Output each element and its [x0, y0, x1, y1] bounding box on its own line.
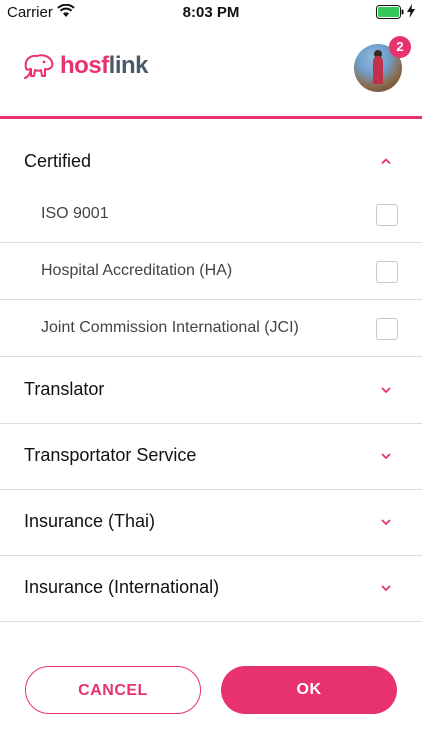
notification-badge[interactable]: 2	[389, 36, 411, 58]
option-hospital-accreditation: Hospital Accreditation (HA)	[41, 262, 233, 279]
divider	[0, 621, 422, 622]
section-insurance-international[interactable]: Insurance (International)	[0, 556, 422, 621]
logo-text-link: link	[108, 52, 149, 79]
section-certified[interactable]: Certified	[0, 140, 422, 182]
section-transportator-service[interactable]: Transportator Service	[0, 424, 422, 489]
option-iso-9001: ISO 9001	[41, 205, 109, 222]
section-translator[interactable]: Translator	[0, 357, 422, 423]
battery-icon	[376, 5, 404, 19]
app-header: hosflink 2	[0, 24, 422, 116]
charging-icon	[407, 4, 415, 18]
header-accent-line	[0, 116, 422, 119]
section-title: Transportator Service	[24, 445, 197, 465]
checkbox-iso-9001[interactable]	[376, 204, 398, 226]
chevron-down-icon[interactable]	[380, 584, 392, 592]
section-title: Insurance (International)	[24, 577, 220, 597]
ok-button[interactable]: OK	[221, 666, 397, 714]
logo-text-hos: hos	[60, 52, 102, 79]
cancel-button[interactable]: CANCEL	[25, 666, 201, 714]
avatar-person-body	[373, 56, 383, 84]
checkbox-jci[interactable]	[376, 318, 398, 340]
divider	[0, 242, 422, 243]
hosflink-logo: hosflink	[22, 52, 149, 80]
section-title: Insurance (Thai)	[24, 511, 156, 531]
checkbox-hospital-accreditation[interactable]	[376, 261, 398, 283]
status-time: 8:03 PM	[182, 4, 240, 21]
chevron-down-icon[interactable]	[380, 452, 392, 460]
elephant-logo-icon	[24, 54, 54, 79]
chevron-up-icon[interactable]	[380, 157, 392, 165]
section-title: Translator	[24, 379, 105, 399]
logo-text-f-mark: f	[101, 52, 109, 79]
status-bar: Carrier 8:03 PM	[0, 0, 422, 24]
chevron-down-icon[interactable]	[380, 518, 392, 526]
divider	[0, 299, 422, 300]
chevron-down-icon[interactable]	[380, 386, 392, 394]
section-title: Certified	[24, 151, 92, 171]
option-jci: Joint Commission International (JCI)	[41, 319, 299, 336]
section-insurance-thai[interactable]: Insurance (Thai)	[0, 490, 422, 555]
